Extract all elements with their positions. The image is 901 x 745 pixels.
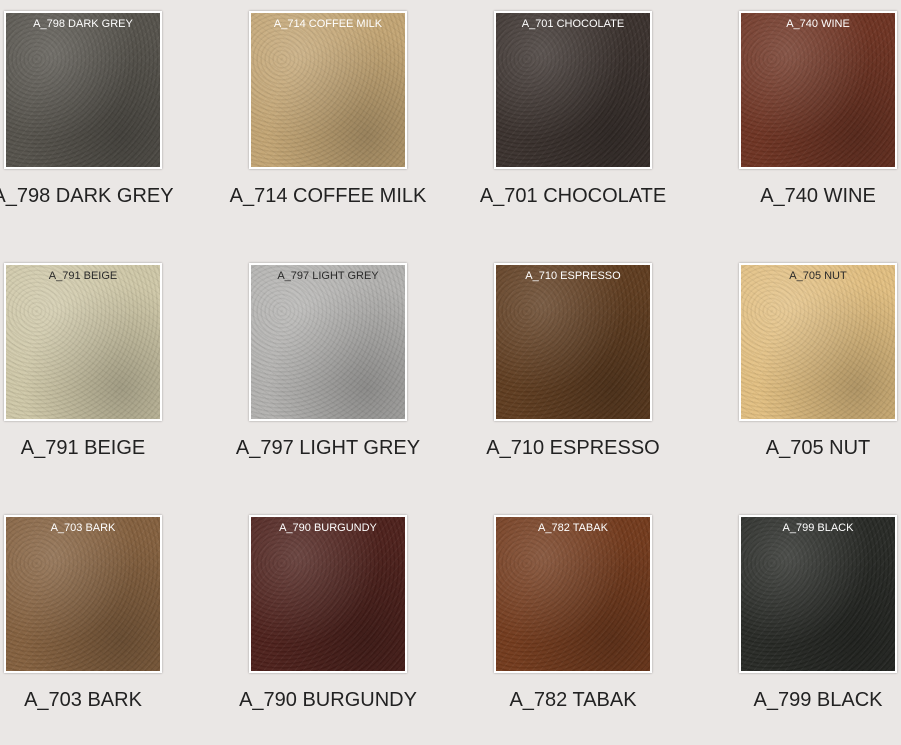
- swatch-image-label: A_790 BURGUNDY: [279, 522, 377, 534]
- leather-swatch-image[interactable]: A_797 LIGHT GREY: [249, 263, 407, 421]
- swatch-grid: A_798 DARK GREY A_798 DARK GREY A_714 CO…: [0, 0, 901, 712]
- swatch-caption: A_705 NUT: [765, 437, 871, 459]
- swatch-caption: A_791 BEIGE: [20, 437, 146, 459]
- swatch-image-label: A_701 CHOCOLATE: [521, 18, 625, 30]
- leather-swatch-image[interactable]: A_740 WINE: [739, 11, 897, 169]
- swatch-card[interactable]: A_701 CHOCOLATE A_701 CHOCOLATE: [463, 11, 683, 241]
- swatch-caption: A_714 COFFEE MILK: [229, 185, 427, 207]
- swatch-caption: A_782 TABAK: [509, 689, 637, 711]
- leather-swatch-image[interactable]: A_790 BURGUNDY: [249, 515, 407, 673]
- swatch-image-label: A_710 ESPRESSO: [525, 270, 621, 282]
- swatch-caption: A_797 LIGHT GREY: [235, 437, 421, 459]
- swatch-card[interactable]: A_705 NUT A_705 NUT: [708, 263, 901, 493]
- swatch-card[interactable]: A_714 COFFEE MILK A_714 COFFEE MILK: [218, 11, 438, 241]
- leather-swatch-image[interactable]: A_782 TABAK: [494, 515, 652, 673]
- swatch-caption: A_740 WINE: [760, 185, 876, 207]
- swatch-image-label: A_797 LIGHT GREY: [277, 270, 379, 282]
- swatch-caption: A_701 CHOCOLATE: [479, 185, 667, 207]
- swatch-card[interactable]: A_782 TABAK A_782 TABAK: [463, 515, 683, 745]
- swatch-image-label: A_799 BLACK: [782, 522, 854, 534]
- leather-swatch-image[interactable]: A_701 CHOCOLATE: [494, 11, 652, 169]
- swatch-card[interactable]: A_740 WINE A_740 WINE: [708, 11, 901, 241]
- swatch-image-label: A_740 WINE: [786, 18, 850, 30]
- leather-swatch-image[interactable]: A_705 NUT: [739, 263, 897, 421]
- leather-swatch-image[interactable]: A_798 DARK GREY: [4, 11, 162, 169]
- swatch-card[interactable]: A_791 BEIGE A_791 BEIGE: [0, 263, 193, 493]
- swatch-caption: A_799 BLACK: [753, 689, 883, 711]
- swatch-caption: A_798 DARK GREY: [0, 185, 174, 207]
- swatch-card[interactable]: A_710 ESPRESSO A_710 ESPRESSO: [463, 263, 683, 493]
- swatch-image-label: A_791 BEIGE: [48, 270, 118, 282]
- leather-swatch-image[interactable]: A_799 BLACK: [739, 515, 897, 673]
- swatch-image-label: A_798 DARK GREY: [33, 18, 133, 30]
- swatch-card[interactable]: A_790 BURGUNDY A_790 BURGUNDY: [218, 515, 438, 745]
- swatch-caption: A_703 BARK: [24, 689, 142, 711]
- leather-swatch-image[interactable]: A_703 BARK: [4, 515, 162, 673]
- swatch-caption: A_710 ESPRESSO: [486, 437, 660, 459]
- leather-swatch-image[interactable]: A_710 ESPRESSO: [494, 263, 652, 421]
- swatch-card[interactable]: A_703 BARK A_703 BARK: [0, 515, 193, 745]
- swatch-image-label: A_714 COFFEE MILK: [273, 18, 383, 30]
- swatch-card[interactable]: A_797 LIGHT GREY A_797 LIGHT GREY: [218, 263, 438, 493]
- leather-swatch-image[interactable]: A_791 BEIGE: [4, 263, 162, 421]
- swatch-image-label: A_703 BARK: [50, 522, 116, 534]
- swatch-card[interactable]: A_799 BLACK A_799 BLACK: [708, 515, 901, 745]
- swatch-image-label: A_782 TABAK: [538, 522, 608, 534]
- swatch-card[interactable]: A_798 DARK GREY A_798 DARK GREY: [0, 11, 193, 241]
- leather-swatch-image[interactable]: A_714 COFFEE MILK: [249, 11, 407, 169]
- swatch-caption: A_790 BURGUNDY: [239, 689, 417, 711]
- swatch-image-label: A_705 NUT: [789, 270, 847, 282]
